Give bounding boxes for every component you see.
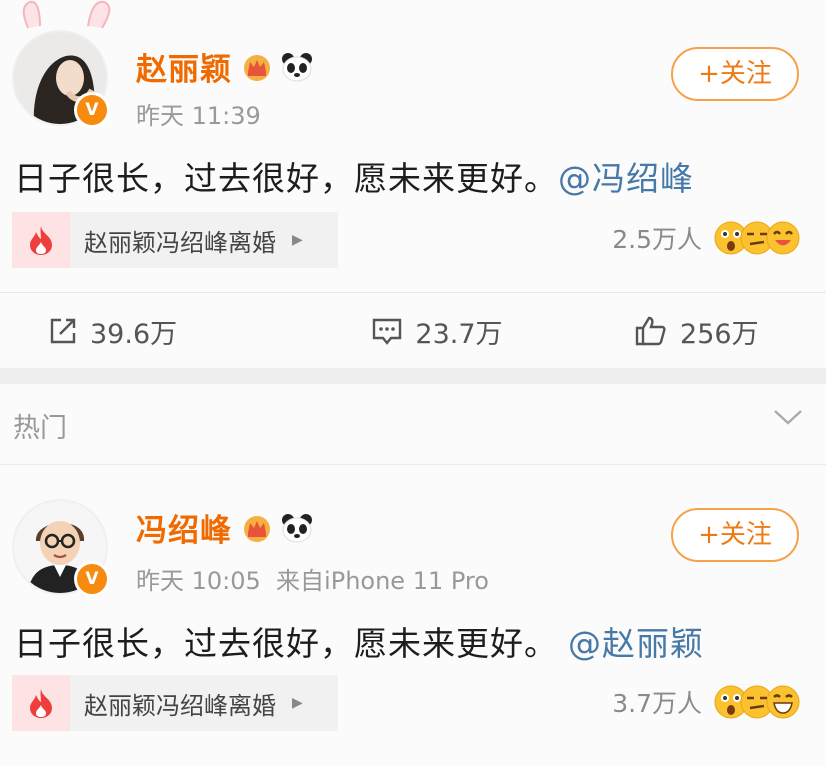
bunny-ears-decoration (22, 0, 111, 29)
post-meta: 昨天 10:05 来自iPhone 11 Pro (136, 567, 489, 595)
comment-count: 23.7万 (415, 318, 503, 350)
hot-label: 热门 (13, 413, 67, 444)
verified-badge-icon: V (74, 92, 110, 128)
post-card-2: V 冯绍峰 昨天 10:05 来自iPhone 11 Pro +关注 日子很长，… (0, 465, 826, 761)
avatar[interactable]: V (12, 30, 110, 128)
mention-link[interactable]: @冯绍峰 (558, 159, 694, 198)
avatar[interactable]: V (12, 499, 110, 597)
repost-button[interactable]: 39.6万 (0, 293, 307, 369)
grin-emoji-icon (766, 685, 800, 719)
fire-icon (30, 226, 52, 255)
heat-indicator[interactable]: 3.7万人 (612, 684, 800, 720)
follow-button[interactable]: +关注 (671, 47, 799, 101)
username[interactable]: 冯绍峰 (136, 505, 232, 550)
crown-icon (244, 54, 270, 81)
post-text: 日子很长，过去很好，愿未来更好。 (14, 159, 558, 198)
repost-count: 39.6万 (90, 318, 178, 350)
topic-label: 赵丽颖冯绍峰离婚 (84, 228, 276, 257)
fire-icon (30, 689, 52, 718)
post-card-1: V 赵丽颖 昨天 11:39 +关注 日子很长，过去很好，愿未来更好。@冯绍峰 (0, 0, 826, 368)
topic-chip[interactable]: 赵丽颖冯绍峰离婚 ▶ (12, 212, 338, 268)
panda-icon (282, 52, 312, 81)
post-content: 日子很长，过去很好，愿未来更好。 @赵丽颖 (14, 617, 704, 665)
hot-section-header[interactable]: 热门 (0, 384, 826, 465)
laugh-emoji-icon (766, 221, 800, 255)
post-meta: 昨天 11:39 (136, 102, 261, 130)
chevron-right-icon: ▶ (292, 232, 303, 248)
comment-icon (373, 318, 402, 345)
chevron-right-icon: ▶ (292, 695, 303, 711)
topic-chip[interactable]: 赵丽颖冯绍峰离婚 ▶ (12, 675, 338, 731)
heat-indicator[interactable]: 2.5万人 (612, 220, 800, 256)
heat-count: 2.5万人 (612, 225, 702, 254)
like-count: 256万 (680, 318, 759, 350)
comment-button[interactable]: 23.7万 (307, 293, 566, 369)
post-text: 日子很长，过去很好，愿未来更好。 (14, 624, 558, 663)
mention-link[interactable]: @赵丽颖 (568, 624, 704, 663)
verified-badge-icon: V (74, 561, 110, 597)
like-icon (635, 316, 666, 346)
like-button[interactable]: 256万 (567, 293, 826, 369)
section-divider (0, 368, 826, 384)
crown-icon (244, 515, 270, 542)
follow-button[interactable]: +关注 (671, 508, 799, 562)
heat-count: 3.7万人 (612, 689, 702, 718)
action-bar: 39.6万 23.7万 256万 (0, 292, 826, 369)
username[interactable]: 赵丽颖 (136, 44, 232, 89)
post-content: 日子很长，过去很好，愿未来更好。@冯绍峰 (14, 152, 694, 200)
topic-label: 赵丽颖冯绍峰离婚 (84, 691, 276, 720)
panda-icon (282, 513, 312, 542)
repost-icon (50, 318, 76, 344)
chevron-down-icon[interactable] (772, 406, 804, 428)
